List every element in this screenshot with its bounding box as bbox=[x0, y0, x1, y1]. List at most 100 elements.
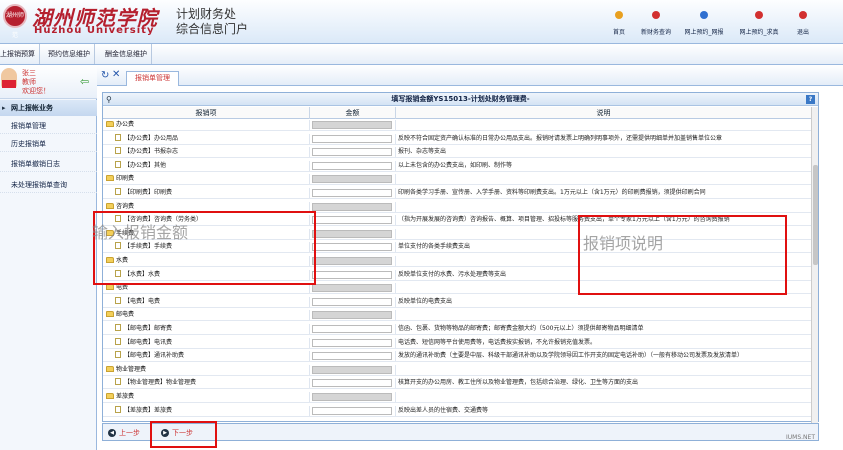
row-label-cell: 【办公费】办公用品 bbox=[103, 133, 310, 144]
item-row: 【邮电费】电讯费 电话费、短信网等平台使用费等，电话费按实报销，不允许报销充值发票… bbox=[103, 337, 811, 349]
sidebar-item-cancel-log[interactable]: 报销单撤销日志 bbox=[0, 157, 97, 172]
menu-tab-reward-info[interactable]: 酬金信息维护 bbox=[101, 44, 152, 64]
description-cell bbox=[396, 120, 811, 130]
description-cell bbox=[396, 202, 811, 212]
help-icon[interactable]: ? bbox=[806, 95, 815, 104]
highlight-next-button bbox=[150, 421, 217, 448]
sidebar-section-header[interactable]: ▸ 网上报帐业务 bbox=[0, 100, 97, 116]
col-header-desc: 说明 bbox=[596, 109, 611, 117]
folder-icon bbox=[106, 121, 114, 127]
col-header-item: 报销项 bbox=[103, 107, 310, 119]
amount-cell bbox=[310, 296, 396, 307]
row-label: 差旅费 bbox=[116, 393, 135, 400]
document-icon bbox=[115, 296, 121, 304]
avatar bbox=[1, 68, 17, 88]
arrow-left-icon: ◀ bbox=[108, 429, 116, 437]
refresh-icon[interactable]: ↻ bbox=[101, 70, 109, 81]
search-icon[interactable]: ⚲ bbox=[106, 93, 112, 106]
sidebar-item-reimburse-manage[interactable]: 报销单管理 bbox=[0, 119, 97, 134]
row-label-cell: 邮电费 bbox=[103, 310, 310, 321]
vertical-scrollbar[interactable] bbox=[811, 107, 818, 423]
amount-input[interactable] bbox=[312, 406, 392, 415]
nav-booking-online[interactable]: 网上预约_网报 bbox=[674, 11, 734, 36]
document-icon bbox=[115, 337, 121, 345]
amount-input[interactable] bbox=[312, 270, 392, 279]
row-label: 咨询费 bbox=[116, 202, 135, 210]
close-icon[interactable]: ✕ bbox=[112, 69, 120, 80]
school-name-en: Huzhou University bbox=[34, 25, 155, 36]
item-row: 【办公费】其他 以上未包含的办公费支出，如印刷、制作等 bbox=[103, 160, 811, 172]
booking-qiuzhen-icon bbox=[755, 11, 763, 19]
category-row: 物业管理费 bbox=[103, 364, 811, 376]
row-label-cell: 办公费 bbox=[103, 120, 310, 130]
item-row: 【差旅费】差旅费 反映出差人员的住宿费、交通费等 bbox=[103, 405, 811, 417]
amount-total-field bbox=[312, 284, 392, 293]
menu-tab-budget[interactable]: 上报销预算 bbox=[0, 44, 40, 64]
sidebar-item-history[interactable]: 历史报销单 bbox=[0, 137, 97, 152]
row-label-cell: 【电费】电费 bbox=[103, 296, 310, 307]
document-icon bbox=[115, 324, 121, 331]
sidebar-item-unprocessed[interactable]: 未处理报销单查询 bbox=[0, 178, 97, 193]
prev-step-label: 上一步 bbox=[119, 429, 140, 437]
amount-input[interactable] bbox=[312, 243, 392, 252]
description-cell: 发放的通讯补助费（主要是中层、科级干部通讯补助以及学院领导因工作开支的固定电话补… bbox=[398, 352, 744, 360]
amount-total-field bbox=[312, 229, 392, 238]
collapse-arrow-icon[interactable]: ⇦ bbox=[80, 75, 89, 88]
row-label: 【物业管理费】物业管理费 bbox=[124, 379, 197, 387]
amount-input[interactable] bbox=[312, 297, 392, 306]
highlight-desc-box bbox=[578, 215, 787, 295]
amount-cell bbox=[310, 160, 396, 171]
prev-step-button[interactable]: ◀ 上一步 bbox=[107, 427, 140, 439]
amount-cell bbox=[310, 269, 396, 280]
description-cell bbox=[396, 310, 811, 320]
amount-total-field bbox=[312, 365, 392, 374]
amount-input[interactable] bbox=[312, 189, 392, 197]
home-icon bbox=[615, 11, 623, 19]
document-icon bbox=[115, 188, 121, 195]
row-label-cell: 【邮电费】通讯补助费 bbox=[103, 351, 310, 362]
amount-cell bbox=[310, 256, 396, 266]
item-row: 【电费】电费 反映单位的电费支出 bbox=[103, 296, 811, 308]
scrollbar-thumb[interactable] bbox=[813, 165, 818, 265]
amount-cell bbox=[310, 351, 396, 362]
amount-input[interactable] bbox=[312, 379, 392, 388]
nav-finance-query-label: 新财务查询 bbox=[640, 29, 671, 36]
description-cell: 反映不符合固定资产确认标准的日常办公用品支出。报销时请发票上明确列明事项外，还需… bbox=[398, 134, 723, 142]
row-label: 【邮电费】邮寄费 bbox=[124, 325, 173, 332]
amount-input[interactable] bbox=[312, 352, 392, 361]
amount-cell bbox=[310, 174, 396, 185]
nav-booking-online-label: 网上预约_网报 bbox=[684, 29, 724, 36]
folder-icon bbox=[106, 311, 114, 318]
amount-total-field bbox=[312, 311, 392, 320]
document-icon bbox=[115, 160, 121, 168]
amount-cell bbox=[310, 188, 396, 198]
nav-logout[interactable]: 退出 bbox=[773, 11, 833, 36]
row-label: 【办公费】办公用品 bbox=[124, 134, 179, 142]
menu-bar: 上报销预算 预约信息维护 酬金信息维护 bbox=[0, 44, 843, 65]
amount-input[interactable] bbox=[312, 216, 392, 225]
description-cell bbox=[396, 365, 811, 375]
row-label: 邮电费 bbox=[116, 311, 135, 319]
item-row: 【印刷费】印刷费 印刷各类学习手册、宣传册、入学手册、资料等印刷费支出。1万元以上… bbox=[103, 188, 811, 199]
amount-input[interactable] bbox=[312, 338, 392, 347]
category-row: 办公费 bbox=[103, 120, 811, 131]
user-box: 张三 教师 欢迎您！ ⇦ bbox=[0, 65, 97, 99]
row-label: 【办公费】其他 bbox=[124, 161, 167, 169]
description-cell: 核算开支的办公用房、教工住所以及物业管理费，包括综合治理、绿化、卫生等方面的支出 bbox=[398, 379, 639, 387]
description-cell bbox=[396, 392, 811, 402]
amount-total-field bbox=[312, 121, 392, 129]
description-cell: 以上未包含的办公费支出，如印刷、制作等 bbox=[398, 161, 513, 169]
row-label-cell: 物业管理费 bbox=[103, 364, 310, 375]
amount-cell bbox=[310, 392, 396, 402]
amount-input[interactable] bbox=[312, 325, 392, 333]
amount-input[interactable] bbox=[312, 134, 392, 143]
university-logo: 湖州师范 bbox=[3, 4, 27, 39]
amount-input[interactable] bbox=[312, 148, 392, 157]
tab-reimburse-manage[interactable]: 报销单管理 bbox=[126, 71, 179, 86]
row-label: 印刷费 bbox=[116, 175, 135, 183]
amount-cell bbox=[310, 242, 396, 253]
document-icon bbox=[115, 133, 121, 141]
amount-input[interactable] bbox=[312, 161, 392, 170]
description-cell: 反映单位的电费支出 bbox=[398, 297, 453, 305]
menu-tab-booking-info[interactable]: 预约信息维护 bbox=[44, 44, 95, 64]
